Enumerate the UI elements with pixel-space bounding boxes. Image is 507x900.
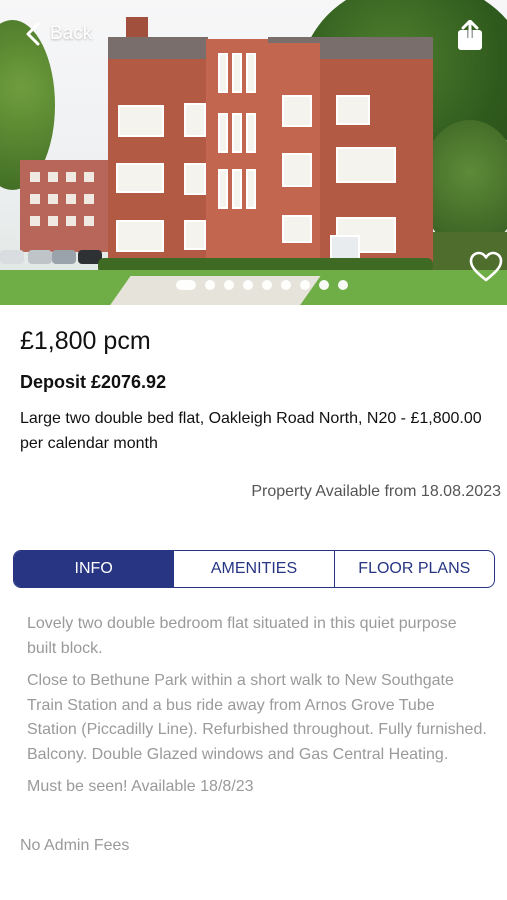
- info-description: Lovely two double bedroom flat situated …: [27, 612, 487, 808]
- admin-fees-note: No Admin Fees: [20, 837, 130, 854]
- gallery-dot[interactable]: [205, 280, 215, 290]
- gallery-dot[interactable]: [281, 280, 291, 290]
- share-button[interactable]: [455, 19, 485, 52]
- background-building: [20, 160, 112, 252]
- tab-info[interactable]: INFO: [14, 551, 174, 587]
- share-icon: [458, 19, 482, 50]
- info-paragraph: Must be seen! Available 18/8/23: [27, 778, 254, 795]
- gallery-dot[interactable]: [243, 280, 253, 290]
- property-photo[interactable]: Back: [0, 0, 507, 305]
- gallery-dot[interactable]: [319, 280, 329, 290]
- info-paragraph: Lovely two double bedroom flat situated …: [27, 615, 457, 657]
- back-button[interactable]: Back: [26, 22, 92, 46]
- listing-price: £1,800 pcm: [20, 327, 151, 355]
- tab-amenities[interactable]: AMENITIES: [173, 551, 333, 587]
- listing-deposit: Deposit £2076.92: [20, 372, 167, 392]
- heart-icon: [469, 251, 503, 282]
- tab-floor-plans[interactable]: FLOOR PLANS: [333, 551, 494, 587]
- listing-title: Large two double bed flat, Oakleigh Road…: [20, 410, 482, 452]
- gallery-dot[interactable]: [224, 280, 234, 290]
- detail-tabs: INFO AMENITIES FLOOR PLANS: [13, 550, 495, 588]
- chevron-left-icon: [26, 22, 40, 46]
- gallery-dot[interactable]: [300, 280, 310, 290]
- parked-cars: [0, 246, 110, 266]
- gallery-dot[interactable]: [262, 280, 272, 290]
- gallery-dot[interactable]: [338, 280, 348, 290]
- apartment-building: [108, 17, 433, 273]
- info-paragraph: Close to Bethune Park within a short wal…: [27, 672, 487, 763]
- favorite-button[interactable]: [469, 251, 503, 283]
- back-label: Back: [50, 23, 93, 44]
- gallery-dot[interactable]: [176, 280, 196, 290]
- availability-date: Property Available from 18.08.2023: [251, 483, 501, 500]
